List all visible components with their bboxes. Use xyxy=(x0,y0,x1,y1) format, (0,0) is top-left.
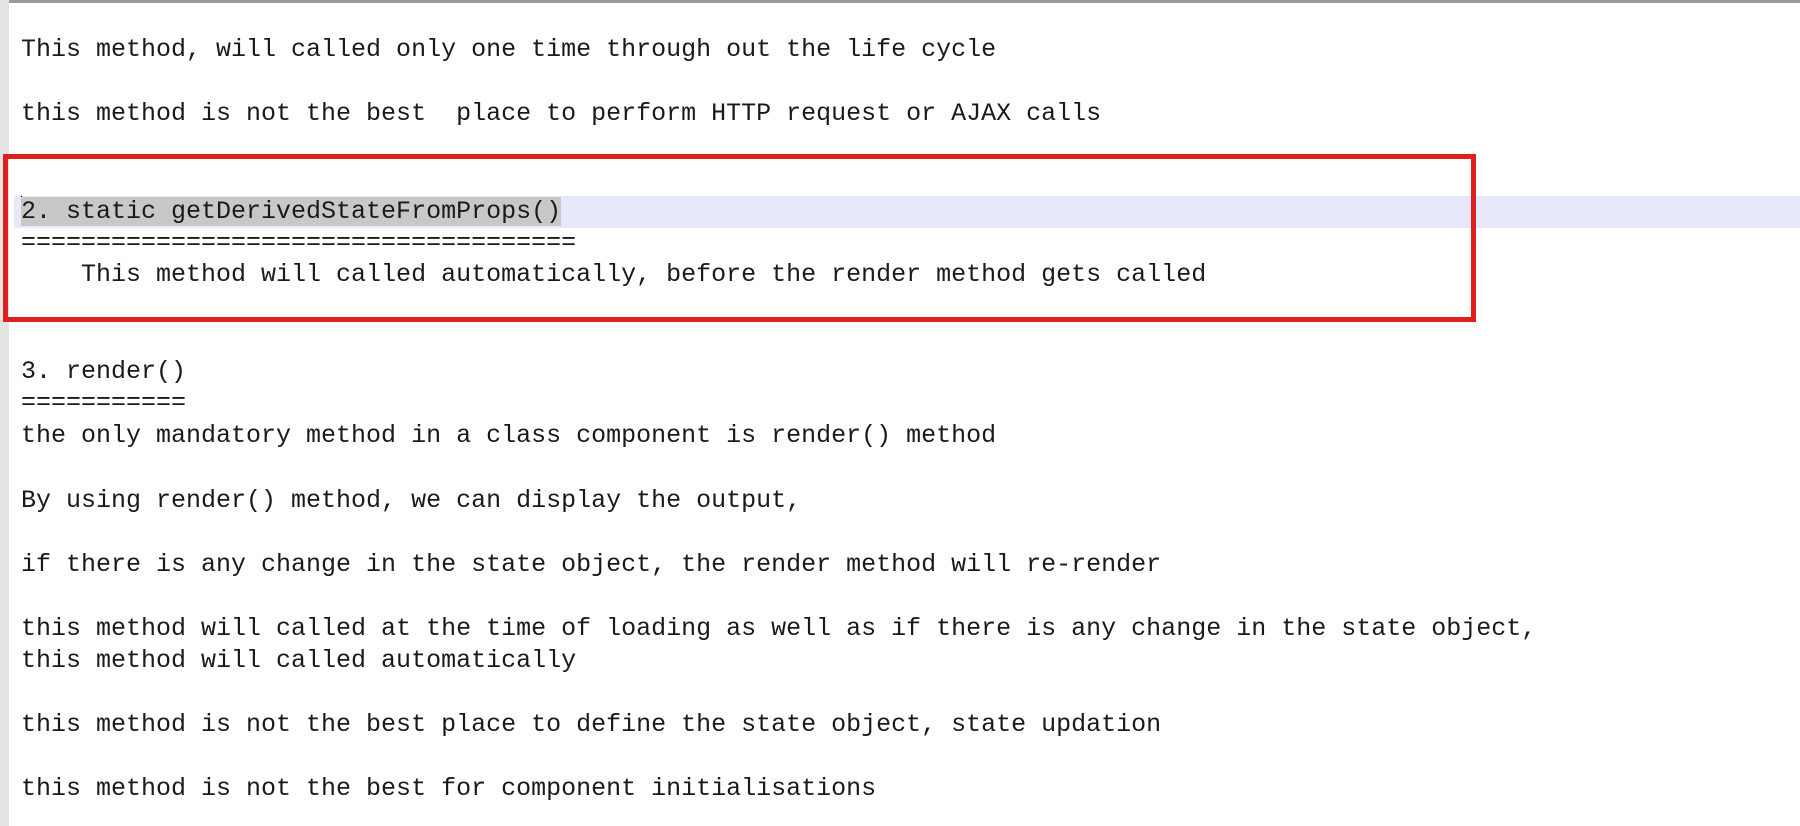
text-line[interactable]: this method will called automatically xyxy=(21,645,576,677)
text-line[interactable]: this method is not the best place to per… xyxy=(21,98,1101,130)
editor-top-border xyxy=(0,0,1800,3)
text-line[interactable]: 3. render() xyxy=(21,356,186,388)
text-line[interactable]: this method is not the best place to def… xyxy=(21,709,1161,741)
text-line[interactable]: By using render() method, we can display… xyxy=(21,485,801,517)
text-line[interactable]: this method is not the best for componen… xyxy=(21,773,876,805)
editor-gutter xyxy=(0,0,9,826)
red-highlight-box xyxy=(3,154,1476,322)
text-line[interactable]: =========== xyxy=(21,387,186,419)
text-line[interactable]: this method will called at the time of l… xyxy=(21,613,1536,645)
text-editor[interactable]: This method, will called only one time t… xyxy=(0,0,1800,826)
text-line[interactable]: This method, will called only one time t… xyxy=(21,34,996,66)
text-line[interactable]: if there is any change in the state obje… xyxy=(21,549,1161,581)
text-line[interactable]: the only mandatory method in a class com… xyxy=(21,420,996,452)
